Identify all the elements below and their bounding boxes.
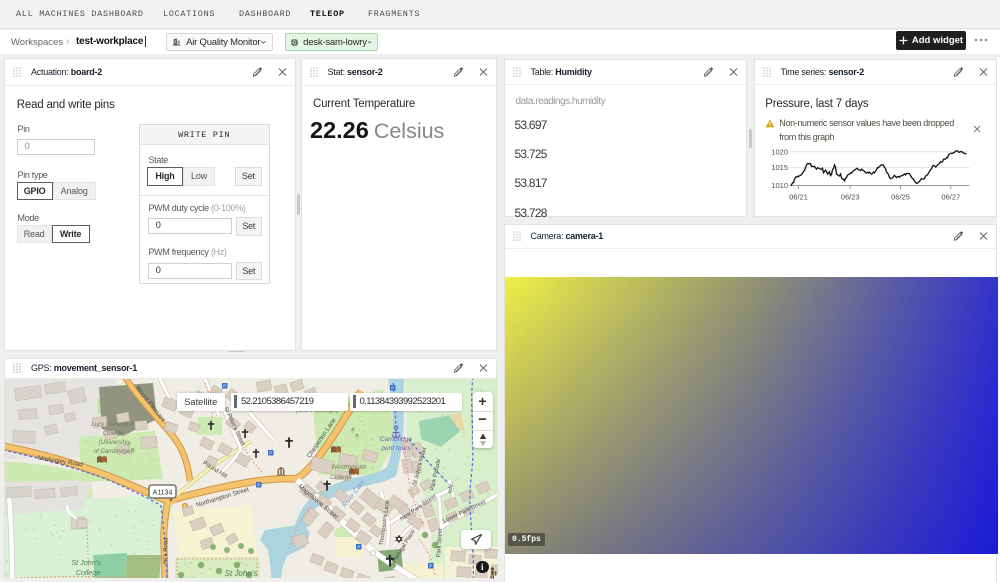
svg-text:St John's: St John's — [225, 569, 258, 578]
svg-text:College: College — [330, 474, 352, 481]
svg-text:(University: (University — [99, 439, 129, 446]
svg-text:1015: 1015 — [771, 163, 788, 172]
svg-text:06/25: 06/25 — [891, 193, 910, 202]
svg-text:06/21: 06/21 — [789, 193, 808, 202]
svg-text:P: P — [223, 383, 226, 388]
svg-text:A1134: A1134 — [153, 489, 173, 496]
svg-text:St John's: St John's — [71, 558, 101, 567]
svg-text:P: P — [391, 385, 394, 390]
svg-text:P: P — [257, 482, 260, 487]
svg-text:06/27: 06/27 — [941, 193, 960, 202]
svg-text:P: P — [429, 563, 432, 568]
svg-text:College: College — [76, 568, 100, 577]
svg-text:College: College — [103, 430, 124, 437]
svg-text:06/23: 06/23 — [840, 193, 859, 202]
svg-text:Westminster: Westminster — [331, 464, 367, 471]
svg-text:1010: 1010 — [771, 181, 788, 190]
svg-text:of Cambridge): of Cambridge) — [94, 448, 133, 455]
svg-text:punt tours: punt tours — [380, 445, 411, 452]
svg-text:Lucy Cavendish: Lucy Cavendish — [91, 421, 135, 428]
svg-text:P: P — [269, 450, 272, 455]
svg-text:1020: 1020 — [771, 147, 788, 156]
svg-text:Cambridge: Cambridge — [380, 436, 413, 443]
svg-text:P: P — [357, 544, 360, 549]
